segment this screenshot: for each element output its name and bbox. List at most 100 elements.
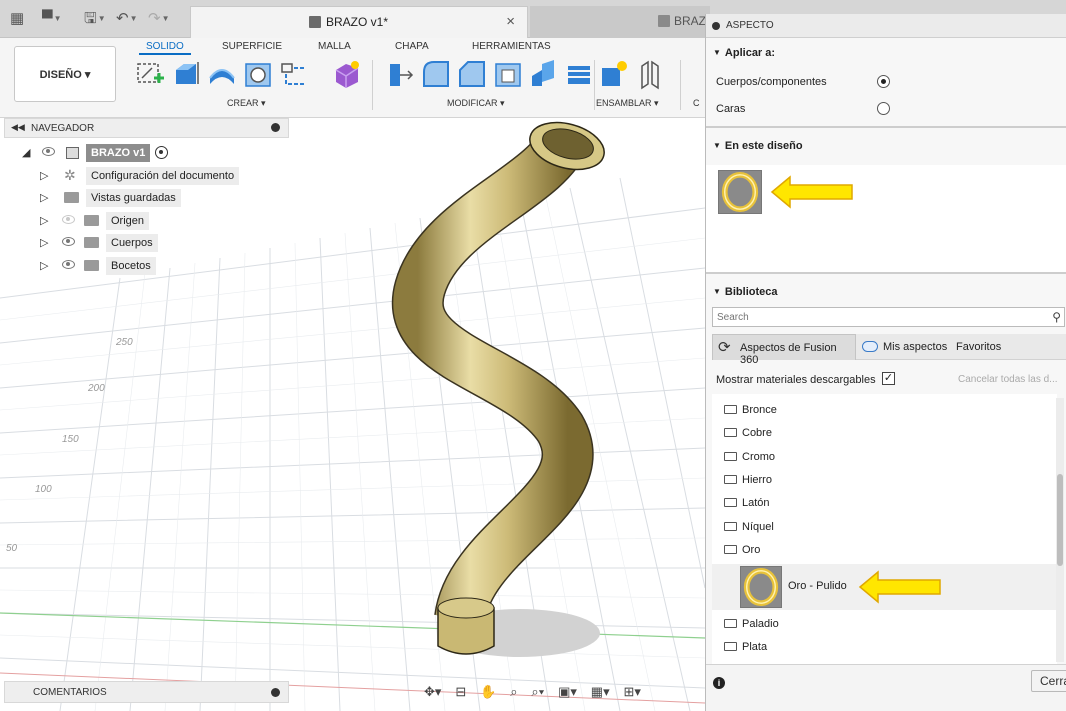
app-grid-icon[interactable]: ▦: [10, 10, 24, 28]
library-heading[interactable]: ▼ Biblioteca: [713, 286, 778, 298]
search-icon[interactable]: ⚲: [1052, 310, 1061, 324]
search-input[interactable]: [713, 308, 1043, 326]
tab-malla[interactable]: MALLA: [318, 41, 351, 52]
tab-fusion-appearances[interactable]: ⟳ Aspectos de Fusion 360: [712, 334, 856, 366]
extrude-icon[interactable]: [170, 58, 202, 90]
eye-hidden-icon[interactable]: [62, 215, 75, 224]
expand-triangle-icon[interactable]: ▷: [40, 259, 48, 272]
redo-icon[interactable]: ↷▼: [148, 10, 170, 30]
fit-icon[interactable]: ⌕▾: [531, 684, 544, 700]
group-ensamblar[interactable]: ENSAMBLAR ▾: [596, 98, 659, 109]
folder-laton[interactable]: Latón: [724, 495, 770, 511]
close-button[interactable]: Cerra: [1031, 670, 1066, 692]
undo-icon[interactable]: ↶▼: [116, 10, 138, 30]
gold-appearance-swatch[interactable]: [718, 170, 762, 214]
save-icon[interactable]: 🖫▼: [84, 10, 106, 30]
folder-icon: [724, 475, 737, 484]
group-modificar[interactable]: MODIFICAR ▾: [447, 98, 505, 109]
expand-triangle-icon[interactable]: ◢: [22, 146, 30, 159]
shell-icon[interactable]: [492, 58, 524, 90]
activate-target-icon[interactable]: [155, 146, 168, 159]
tree-root[interactable]: ◢ BRAZO v1: [22, 144, 282, 162]
fillet-icon[interactable]: [420, 58, 452, 90]
radio-faces[interactable]: [877, 102, 890, 115]
eye-icon[interactable]: [62, 260, 75, 269]
tab-favorites[interactable]: Favoritos: [956, 341, 1001, 353]
replace-face-icon[interactable]: [564, 58, 596, 90]
add-comment-icon[interactable]: [271, 688, 280, 697]
show-downloadable-checkbox[interactable]: ✓: [882, 372, 895, 385]
in-design-heading[interactable]: ▼ En este diseño: [713, 140, 803, 152]
cancel-all-downloads-link[interactable]: Cancelar todas las d...: [958, 374, 1058, 385]
group-crear[interactable]: CREAR ▾: [227, 98, 266, 109]
grid-settings-icon[interactable]: ▦▾: [591, 684, 610, 700]
apply-to-heading[interactable]: ▼ Aplicar a:: [713, 47, 775, 59]
combine-icon[interactable]: [528, 58, 560, 90]
expand-triangle-icon[interactable]: ▷: [40, 191, 48, 204]
file-icon[interactable]: ▀▼: [42, 10, 62, 30]
tab-superficie[interactable]: SUPERFICIE: [222, 41, 282, 52]
expand-triangle-icon[interactable]: ▷: [40, 236, 48, 249]
orbit-icon[interactable]: ✥▾: [424, 684, 441, 700]
collapse-arrow-icon[interactable]: ▼: [713, 48, 721, 57]
folder-hierro[interactable]: Hierro: [724, 472, 772, 488]
expand-triangle-icon[interactable]: ▷: [40, 214, 48, 227]
tab-my-appearances[interactable]: Mis aspectos: [883, 341, 947, 353]
scrollbar-thumb[interactable]: [1057, 474, 1063, 566]
hole-icon[interactable]: [242, 58, 274, 90]
comments-bar[interactable]: COMENTARIOS: [4, 681, 289, 703]
document-tab-active[interactable]: BRAZO v1* ×: [190, 6, 528, 38]
folder-plata[interactable]: Plata: [724, 639, 767, 655]
folder-cromo[interactable]: Cromo: [724, 449, 775, 465]
root-component-label[interactable]: BRAZO v1: [86, 144, 151, 162]
tree-item-document-settings[interactable]: ▷ ✲ Configuración del documento: [40, 167, 290, 185]
tab-chapa[interactable]: CHAPA: [395, 41, 429, 52]
folder-niquel[interactable]: Níquel: [724, 519, 774, 535]
panel-title: ASPECTO: [726, 20, 774, 31]
panel-pin-icon[interactable]: [712, 22, 720, 30]
folder-oro[interactable]: Oro: [724, 542, 760, 558]
workspace-design-button[interactable]: DISEÑO ▾: [14, 46, 116, 102]
folder-bronce[interactable]: Bronce: [724, 402, 777, 418]
chamfer-icon[interactable]: [456, 58, 488, 90]
collapse-left-icon[interactable]: ◀◀: [11, 122, 25, 133]
tree-item-bodies[interactable]: ▷ Cuerpos: [40, 234, 290, 252]
info-icon[interactable]: i: [713, 677, 725, 689]
folder-cobre[interactable]: Cobre: [724, 425, 772, 441]
gold-polished-swatch[interactable]: [740, 566, 782, 608]
material-oro-pulido[interactable]: Oro - Pulido: [712, 564, 1057, 610]
radio-bodies-components[interactable]: [877, 75, 890, 88]
collapse-arrow-icon[interactable]: ▼: [713, 141, 721, 150]
tab-solido[interactable]: SOLIDO: [146, 41, 184, 52]
panel-header[interactable]: ASPECTO: [706, 14, 1066, 38]
navigator-pin-icon[interactable]: [271, 123, 280, 132]
expand-triangle-icon[interactable]: ▷: [40, 169, 48, 182]
folder-paladio[interactable]: Paladio: [724, 616, 779, 632]
tree-item-origin[interactable]: ▷ Origen: [40, 212, 290, 230]
eye-icon[interactable]: [42, 147, 55, 156]
create-sketch-icon[interactable]: [134, 58, 166, 90]
eye-icon[interactable]: [62, 237, 75, 246]
close-tab-icon[interactable]: ×: [506, 13, 515, 30]
tree-item-sketches[interactable]: ▷ Bocetos: [40, 257, 290, 275]
tree-item-saved-views[interactable]: ▷ Vistas guardadas: [40, 189, 290, 207]
navigator-header[interactable]: ◀◀ NAVEGADOR: [4, 118, 289, 138]
look-at-icon[interactable]: ⊟: [455, 684, 466, 700]
new-component-icon[interactable]: [598, 58, 630, 90]
collapse-arrow-icon[interactable]: ▼: [713, 287, 721, 296]
form-icon[interactable]: [330, 58, 362, 90]
viewports-icon[interactable]: ⊞▾: [624, 684, 641, 700]
document-tab-second[interactable]: BRAZO: [530, 6, 715, 38]
refresh-icon[interactable]: ⟳: [718, 338, 731, 356]
folder-label: Hierro: [742, 474, 772, 486]
library-search[interactable]: ⚲: [712, 307, 1065, 327]
pan-hand-icon[interactable]: ✋: [480, 684, 496, 700]
display-settings-icon[interactable]: ▣▾: [558, 684, 577, 700]
tab-herramientas[interactable]: HERRAMIENTAS: [472, 41, 551, 52]
joint-icon[interactable]: [634, 58, 666, 90]
zoom-icon[interactable]: ⌕: [510, 684, 517, 700]
group-construir-truncated[interactable]: C: [693, 98, 700, 108]
press-pull-icon[interactable]: [384, 58, 416, 90]
box-icon[interactable]: [278, 58, 310, 90]
revolve-icon[interactable]: [206, 58, 238, 90]
